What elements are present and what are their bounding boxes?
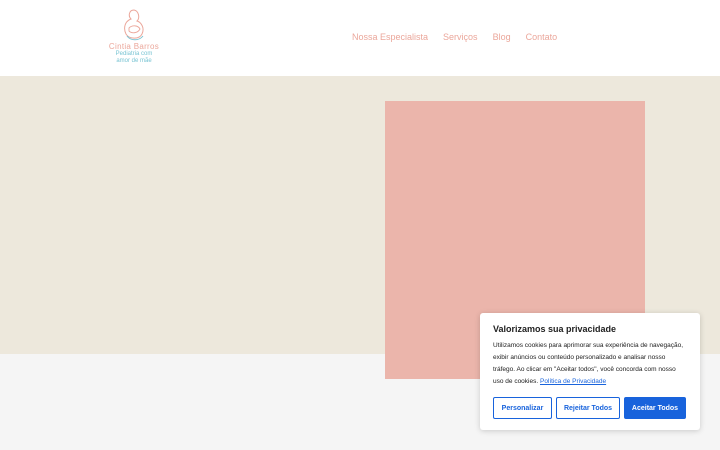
customize-button[interactable]: Personalizar xyxy=(493,397,552,419)
cookie-consent-banner: Valorizamos sua privacidade Utilizamos c… xyxy=(480,313,700,430)
mother-baby-logo-icon xyxy=(124,9,144,41)
reject-all-button[interactable]: Rejeitar Todos xyxy=(556,397,620,419)
nav-item-contato[interactable]: Contato xyxy=(526,32,558,42)
nav-item-servicos[interactable]: Serviços xyxy=(443,32,478,42)
privacy-policy-link[interactable]: Política de Privacidade xyxy=(540,378,606,385)
logo-tagline-1: Pediatria com xyxy=(115,51,153,57)
nav-item-especialista[interactable]: Nossa Especialista xyxy=(352,32,428,42)
accept-all-button[interactable]: Aceitar Todos xyxy=(624,397,686,419)
logo-name: Cintia Barros xyxy=(108,42,160,51)
site-header: Cintia Barros Pediatria com amor de mãe … xyxy=(0,0,720,76)
cookie-buttons: Personalizar Rejeitar Todos Aceitar Todo… xyxy=(493,397,686,419)
site-logo[interactable]: Cintia Barros Pediatria com amor de mãe xyxy=(104,8,164,68)
cookie-body: Utilizamos cookies para aprimorar sua ex… xyxy=(493,340,687,388)
main-nav: Nossa Especialista Serviços Blog Contato xyxy=(352,32,572,42)
logo-tagline-2: amor de mãe xyxy=(116,58,152,64)
nav-item-blog[interactable]: Blog xyxy=(493,32,511,42)
cookie-title: Valorizamos sua privacidade xyxy=(493,324,617,334)
